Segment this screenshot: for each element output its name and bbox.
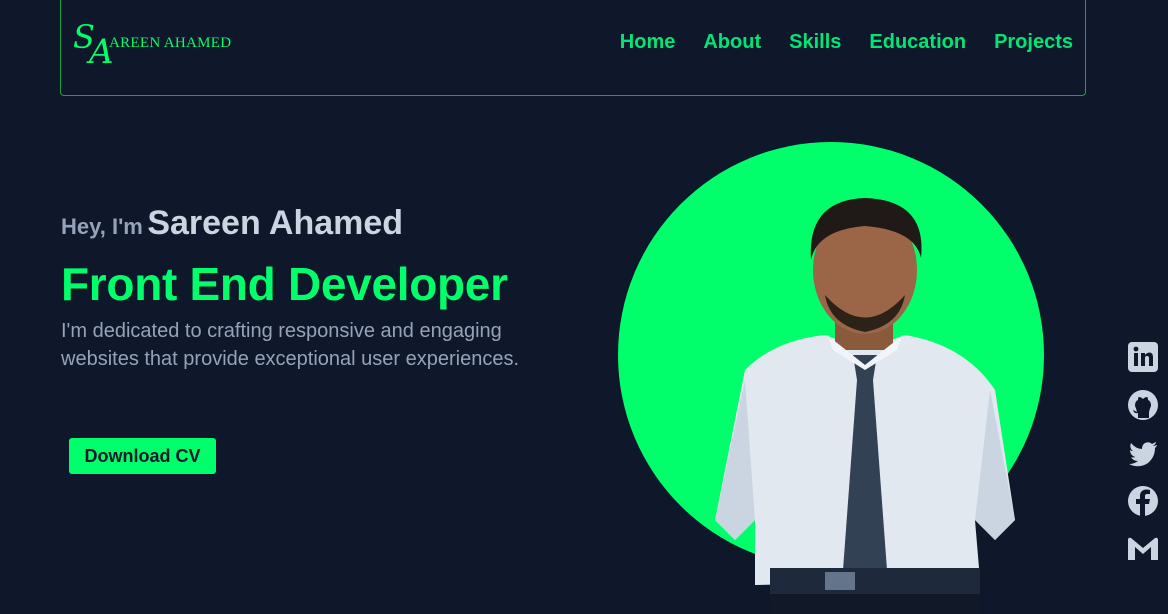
social-links — [1126, 340, 1160, 580]
nav-skills[interactable]: Skills — [789, 31, 841, 54]
hero-greeting-line: Hey, I'm Sareen Ahamed — [61, 204, 601, 243]
nav-projects[interactable]: Projects — [994, 31, 1073, 54]
hero-description: I'm dedicated to crafting responsive and… — [61, 320, 520, 370]
logo-text: AREEN AHAMED — [109, 35, 232, 51]
twitter-icon[interactable] — [1126, 436, 1160, 470]
navbar: S A AREEN AHAMED Home About Skills Educa… — [60, 0, 1086, 96]
nav-links: Home About Skills Education Projects — [620, 31, 1073, 54]
facebook-icon[interactable] — [1126, 484, 1160, 518]
logo[interactable]: S A AREEN AHAMED — [73, 18, 243, 78]
linkedin-icon[interactable] — [1126, 340, 1160, 374]
nav-education[interactable]: Education — [869, 31, 966, 54]
github-icon[interactable] — [1126, 388, 1160, 422]
profile-photo — [715, 198, 1015, 614]
hero-name: Sareen Ahamed — [147, 204, 404, 242]
nav-about[interactable]: About — [703, 31, 761, 54]
hero-role: Front End Developer — [61, 258, 508, 310]
nav-home[interactable]: Home — [620, 31, 676, 54]
gmail-icon[interactable] — [1126, 532, 1160, 566]
hero-greeting: Hey, I'm — [61, 214, 143, 239]
hero-section: Hey, I'm Sareen Ahamed Front End Develop… — [61, 204, 601, 373]
download-cv-button[interactable]: Download CV — [69, 438, 216, 474]
